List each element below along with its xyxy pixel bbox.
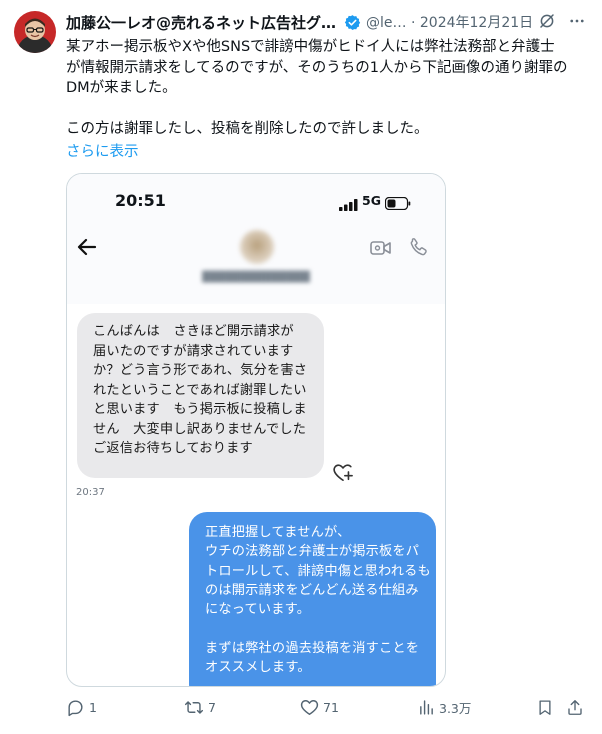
author-avatar[interactable] [14,11,56,53]
heart-plus-react-icon[interactable] [332,462,354,486]
reply-icon [66,698,85,717]
author-name[interactable]: 加藤公一レオ@売れるネット広告社グ… [66,13,348,33]
incoming-message-bubble: こんばんは さきほど開示請求が 届いたのですが請求されていますか？どう言う形であ… [77,313,324,478]
like-action[interactable]: 71 [300,696,339,718]
bookmark-icon [536,698,554,717]
repost-count: 7 [208,699,216,715]
attached-screenshot[interactable]: 20:51 5G ██████████████ こんばんは さきほど開示請求が … [66,173,446,687]
share-action[interactable] [566,696,584,718]
views-action[interactable]: 3.3万 [418,696,471,718]
more-options-icon[interactable] [568,12,586,30]
repost-icon [184,698,204,717]
bookmark-action[interactable] [536,696,554,718]
like-count: 71 [323,699,339,715]
contact-name-blurred: ██████████████ [202,272,310,283]
show-more-link[interactable]: さらに表示 [66,142,139,162]
outgoing-message-bubble: 正直把握してませんが、 ウチの法務部と弁護士が掲示板をパトロールして、誹謗中傷と… [189,512,436,686]
repost-action[interactable]: 7 [184,696,216,718]
video-call-icon[interactable] [370,240,392,260]
message-timestamp: 20:37 [76,487,105,498]
network-label: 5G [362,193,381,208]
signal-bars-icon [339,196,359,215]
incoming-message-text: こんばんは さきほど開示請求が 届いたのですが請求されていますか？どう言う形であ… [93,324,308,456]
heart-icon [300,698,319,717]
tweet-text: 某アホー掲示板やXや他SNSで誹謗中傷がヒドイ人には弊社法務部と弁護士 が情報開… [66,39,568,137]
author-handle-and-date[interactable]: @le… · 2024年12月21日 [366,13,533,33]
voice-call-icon[interactable] [408,236,430,262]
back-arrow-icon[interactable] [77,238,97,260]
tweet-date[interactable]: 2024年12月21日 [420,15,533,31]
separator: · [410,15,416,31]
author-handle[interactable]: @le… [366,15,407,31]
views-count: 3.3万 [439,700,472,716]
reply-count: 1 [89,699,97,715]
views-chart-icon [418,699,435,716]
tweet-header: 加藤公一レオ@売れるネット広告社グ… @le… · 2024年12月21日 [66,11,586,35]
status-time: 20:51 [115,191,166,210]
verified-badge-icon [344,14,361,31]
reply-action[interactable]: 1 [66,696,97,718]
tweet-actions-bar: 1 7 71 3.3万 [66,696,592,720]
tweet: 加藤公一レオ@売れるネット広告社グ… @le… · 2024年12月21日 某ア… [0,0,602,734]
outgoing-message-text: 正直把握してませんが、 ウチの法務部と弁護士が掲示板をパトロールして、誹謗中傷と… [205,525,431,676]
share-icon [566,698,584,717]
battery-icon [384,195,411,214]
contact-avatar [240,230,274,264]
grok-icon[interactable] [538,12,556,30]
